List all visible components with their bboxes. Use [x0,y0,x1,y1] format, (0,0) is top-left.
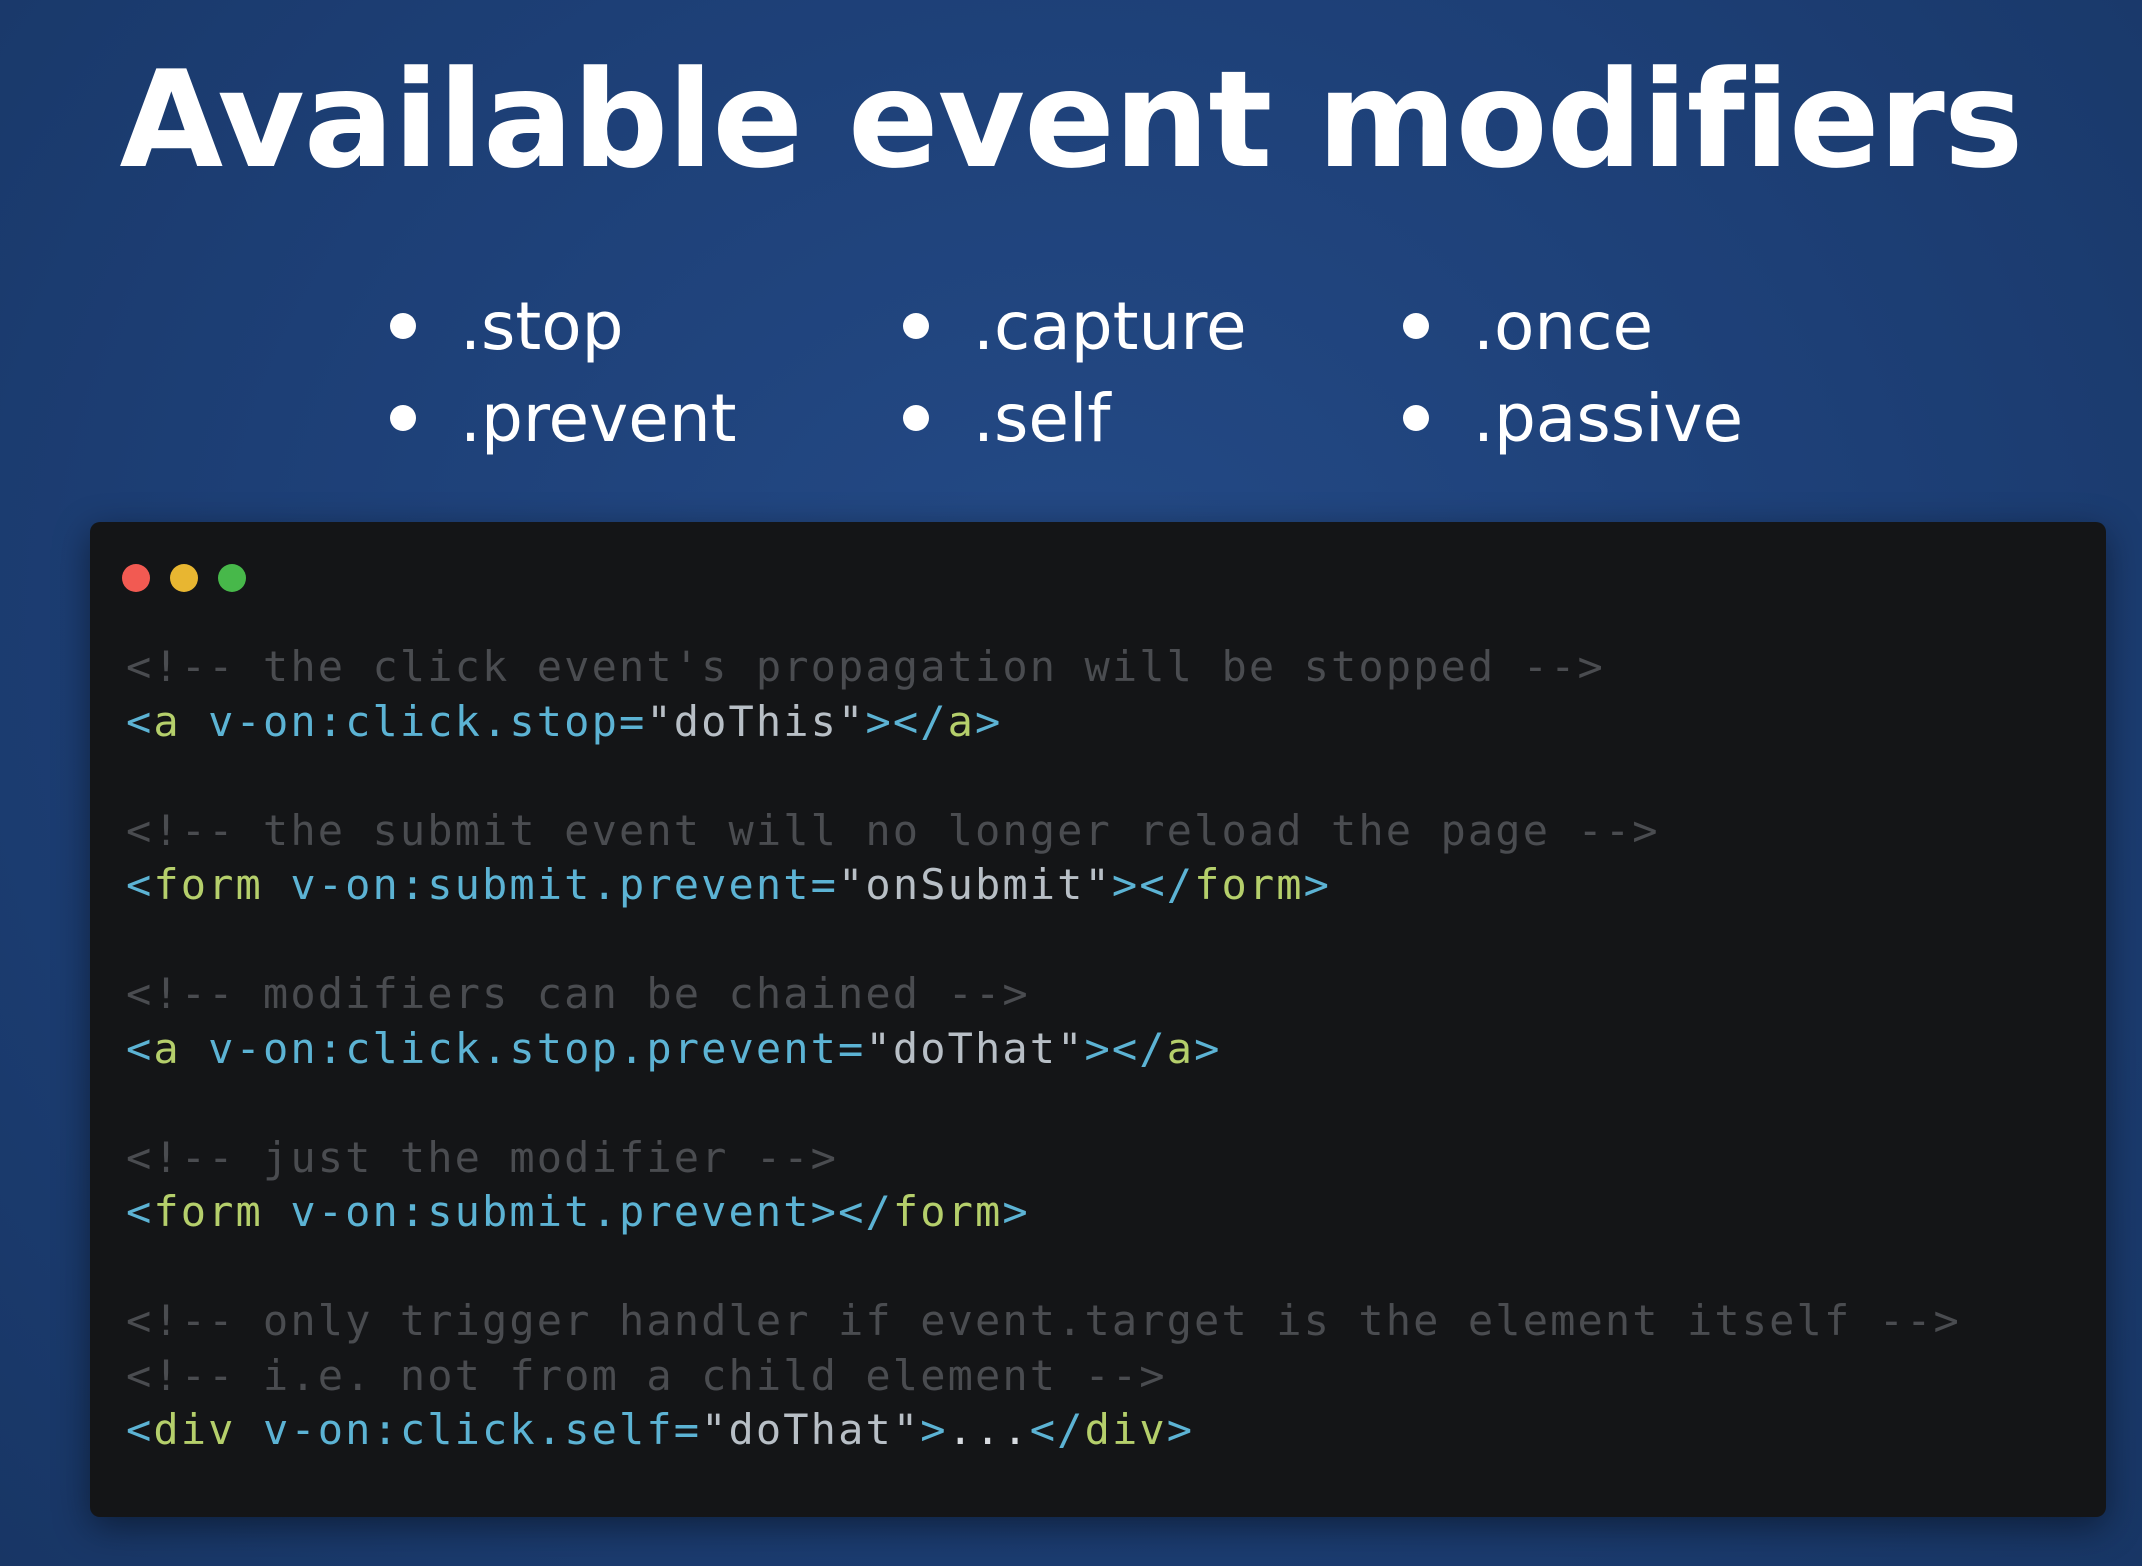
bullet-label: .stop [460,287,624,365]
code-string: "doThat" [701,1405,921,1454]
code-tag-name: form [153,1187,263,1236]
code-attribute: v-on:click.stop= [180,696,647,746]
code-comment: <!-- the click event's propagation will … [126,642,1605,691]
code-inner-text: ... [947,1405,1030,1454]
code-comment-line: <!-- the submit event will no longer rel… [126,804,2076,859]
code-punct: > [1194,1023,1222,1073]
code-tag-name: a [947,696,976,746]
code-attribute: v-on:submit.prevent= [262,860,839,909]
code-tag-name: a [153,696,181,746]
code-comment-line: <!-- just the modifier --> [126,1131,2076,1186]
code-punct: < [126,860,154,909]
bullet-label: .passive [1473,379,1744,457]
bullet-label: .once [1473,287,1654,365]
bullet-item: .once [1403,280,1743,372]
code-tag-name: div [1084,1405,1167,1454]
code-comment: <!-- i.e. not from a child element --> [126,1350,1167,1400]
bullet-item: .capture [903,280,1247,372]
code-string: "onSubmit" [838,860,1112,909]
code-comment: <!-- the submit event will no longer rel… [126,805,1660,855]
code-attribute: v-on:click.stop.prevent= [180,1023,866,1073]
bullet-item: .self [903,372,1247,464]
code-block: <!-- the click event's propagation will … [126,640,2076,1458]
bullet-dot-icon [390,405,416,431]
code-punct: > [1084,1023,1112,1073]
code-line: <form v-on:submit.prevent="onSubmit"></f… [126,858,2076,913]
bullet-dot-icon [903,313,929,339]
code-punct: < [126,1023,154,1073]
bullet-dot-icon [1403,405,1429,431]
code-line: <a v-on:click.stop="doThis"></a> [126,695,2076,750]
code-punct: > [1303,860,1332,909]
window-controls [122,564,266,592]
code-punct: > [920,1405,948,1454]
bullet-label: .capture [973,287,1247,365]
bullet-label: .prevent [460,379,737,457]
code-comment: <!-- modifiers can be chained --> [126,969,1030,1018]
bullet-label: .self [973,379,1111,457]
code-punct: > [1111,860,1140,909]
bullet-dot-icon [1403,313,1429,339]
code-punct: </ [1139,860,1195,909]
code-attribute: v-on:click.self= [235,1405,702,1454]
code-punct: > [1002,1187,1030,1236]
code-comment-line: <!-- only trigger handler if event.targe… [126,1294,2076,1349]
code-line: <a v-on:click.stop.prevent="doThat"></a> [126,1022,2076,1077]
code-punct: > [1166,1405,1195,1454]
bullet-item: .prevent [390,372,737,464]
code-tag-name: a [1166,1023,1195,1073]
code-tag-name: form [892,1187,1003,1236]
code-punct: < [126,696,154,746]
bullet-column-1: .stop .prevent [390,280,737,464]
code-attribute: v-on:submit.prevent [262,1187,811,1236]
code-comment-line: <!-- modifiers can be chained --> [126,967,2076,1022]
code-comment-line: <!-- the click event's propagation will … [126,640,2076,695]
code-punct: </ [892,696,948,746]
code-punct: < [126,1187,154,1236]
code-punct: > [810,1187,839,1236]
code-string: "doThis" [646,696,866,746]
bullet-item: .passive [1403,372,1743,464]
code-punct: </ [838,1187,893,1236]
minimize-dot-icon [170,564,198,592]
code-tag-name: a [153,1023,181,1073]
bullet-column-2: .capture .self [903,280,1247,464]
code-punct: </ [1029,1405,1085,1454]
code-comment-line: <!-- i.e. not from a child element --> [126,1349,2076,1404]
code-comment: <!-- only trigger handler if event.targe… [126,1296,1961,1345]
code-comment: <!-- just the modifier --> [126,1132,839,1182]
code-punct: </ [1111,1023,1167,1073]
modifier-bullet-list: .stop .prevent .capture .self .once .pas… [0,280,2142,470]
code-line: <div v-on:click.self="doThat">...</div> [126,1403,2076,1458]
bullet-item: .stop [390,280,737,372]
code-line: <form v-on:submit.prevent></form> [126,1185,2076,1240]
slide-title: Available event modifiers [119,42,2023,198]
code-punct: > [865,696,893,746]
code-punct: < [126,1405,154,1454]
zoom-dot-icon [218,564,246,592]
code-tag-name: form [1194,860,1304,909]
code-punct: > [975,696,1003,746]
close-dot-icon [122,564,150,592]
code-string: "doThat" [865,1023,1085,1073]
code-window: <!-- the click event's propagation will … [90,522,2106,1517]
code-tag-name: form [153,860,263,909]
bullet-dot-icon [390,313,416,339]
code-tag-name: div [153,1405,236,1454]
bullet-dot-icon [903,405,929,431]
bullet-column-3: .once .passive [1403,280,1743,464]
